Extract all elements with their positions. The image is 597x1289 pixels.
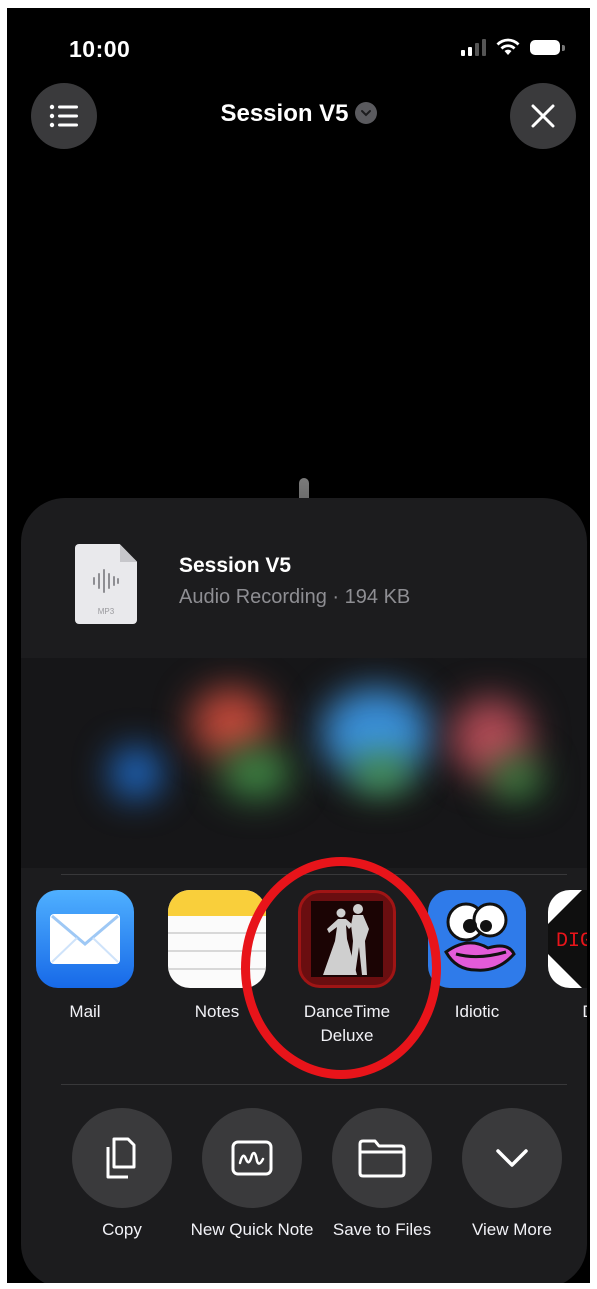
action-label: View More [472, 1220, 552, 1239]
chevron-down-icon [496, 1149, 528, 1167]
wifi-icon [496, 38, 520, 55]
quick-note-icon [231, 1140, 273, 1176]
mail-icon [36, 890, 134, 988]
close-icon [531, 104, 555, 128]
file-type-label: MP3 [97, 607, 115, 616]
chevron-down-icon [354, 101, 377, 124]
action-label: New Quick Note [190, 1220, 314, 1239]
app-label: Mail [69, 1002, 101, 1021]
save-to-files-action[interactable]: Save to Files [317, 1108, 447, 1242]
view-more-button[interactable] [462, 1108, 562, 1208]
copy-action[interactable]: Copy [57, 1108, 187, 1242]
blurred-contacts-row [21, 658, 587, 868]
file-name: Session V5 [179, 554, 292, 577]
save-to-files-button[interactable] [332, 1108, 432, 1208]
battery-icon [530, 39, 565, 55]
audio-file-icon: MP3 [75, 544, 137, 624]
new-quick-note-action[interactable]: New Quick Note [187, 1108, 317, 1242]
action-label: Save to Files [332, 1220, 432, 1239]
app-label: Digi [542, 1000, 587, 1024]
status-time: 10:00 [69, 36, 131, 62]
file-details: Audio Recording · 194 KB [179, 586, 411, 608]
annotation-highlight-circle [241, 857, 441, 1079]
cellular-signal-icon [461, 38, 486, 56]
share-app-digi[interactable]: DIGI Digi [542, 890, 587, 1024]
svg-text:DIGI: DIGI [556, 930, 587, 953]
idiotic-icon [428, 890, 526, 988]
phone-screen: 10:00 Session V5 MP3 Session V5 Audio Re… [7, 8, 590, 1283]
app-label: Idiotic [454, 1002, 500, 1021]
copy-button[interactable] [72, 1108, 172, 1208]
folder-icon [358, 1139, 406, 1178]
status-icons [461, 38, 565, 56]
view-more-action[interactable]: View More [447, 1108, 577, 1242]
action-label: Copy [102, 1220, 142, 1239]
page-title: Session V5 [220, 100, 349, 127]
digi-icon: DIGI [548, 890, 587, 988]
copy-icon [106, 1137, 136, 1179]
divider [61, 1084, 567, 1085]
new-quick-note-button[interactable] [202, 1108, 302, 1208]
recording-title-menu[interactable]: Session V5 [7, 100, 590, 128]
close-button[interactable] [510, 83, 576, 149]
share-app-mail[interactable]: Mail [30, 890, 140, 1024]
